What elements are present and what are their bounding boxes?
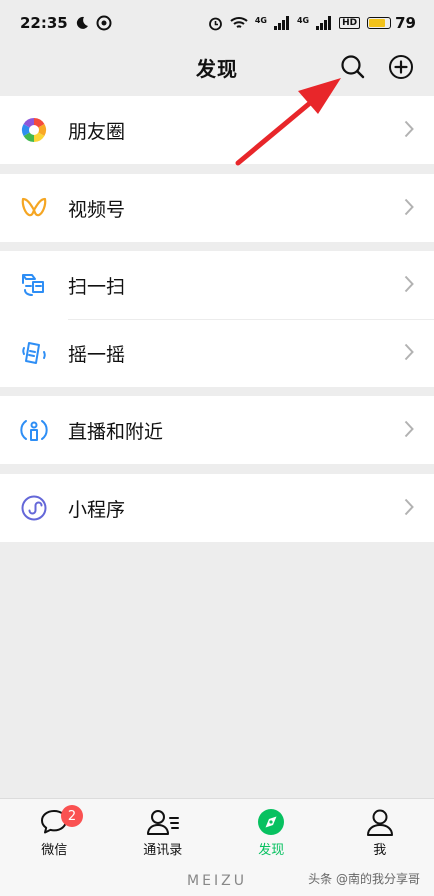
menu-item-label: 扫一扫 <box>68 275 126 298</box>
page-title: 发现 <box>196 56 238 81</box>
tab-discover[interactable]: 发现 <box>217 799 326 866</box>
channels-icon <box>20 194 48 222</box>
group-mini-programs: 小程序 <box>0 474 434 542</box>
watermark: 头条 @南的我分享哥 <box>308 872 420 886</box>
unread-badge: 2 <box>61 805 83 827</box>
tab-label: 我 <box>373 843 387 858</box>
menu-item-label: 朋友圈 <box>68 120 126 143</box>
signal-a-icon <box>273 16 289 30</box>
menu-item-label: 摇一摇 <box>68 343 126 366</box>
menu-item-label: 小程序 <box>68 498 126 521</box>
group-moments: 朋友圈 <box>0 96 434 164</box>
moments-icon <box>20 116 48 144</box>
chevron-right-icon <box>404 275 414 293</box>
chevron-right-icon <box>404 343 414 361</box>
menu-item-channels[interactable]: 视频号 <box>0 174 434 242</box>
alarm-icon <box>208 17 222 30</box>
menu-item-mini-programs[interactable]: 小程序 <box>0 474 434 542</box>
network-b-label: 4G <box>296 16 310 25</box>
tab-chats[interactable]: 2 微信 <box>0 799 109 866</box>
battery-icon <box>367 17 392 29</box>
wifi-icon <box>230 17 248 28</box>
profile-icon <box>366 809 393 836</box>
tab-label: 通讯录 <box>143 843 183 858</box>
menu-item-scan[interactable]: 扫一扫 <box>0 251 434 319</box>
status-time: 22:35 <box>20 14 68 32</box>
network-a-label: 4G <box>254 16 267 25</box>
contacts-icon <box>146 810 179 835</box>
battery-indicator: 79 <box>367 14 416 32</box>
mini-program-icon <box>20 494 48 522</box>
tab-label: 微信 <box>41 843 68 858</box>
group-channels: 视频号 <box>0 174 434 242</box>
group-live-nearby: 直播和附近 <box>0 396 434 464</box>
battery-level: 79 <box>395 14 416 32</box>
tab-label: 发现 <box>258 843 285 858</box>
tab-me[interactable]: 我 <box>326 799 434 866</box>
scan-icon <box>20 271 48 299</box>
chevron-right-icon <box>404 498 414 516</box>
app-notification-icon <box>96 15 112 31</box>
add-icon[interactable] <box>388 54 414 80</box>
search-icon[interactable] <box>340 54 366 80</box>
chevron-right-icon <box>404 198 414 216</box>
menu-item-shake[interactable]: 摇一摇 <box>0 319 434 387</box>
moon-icon <box>76 16 88 29</box>
shake-icon <box>20 339 48 367</box>
tab-bar: 2 微信 通讯录 发现 我 <box>0 798 434 866</box>
menu-item-label: 直播和附近 <box>68 420 164 443</box>
live-nearby-icon <box>20 416 48 444</box>
menu-item-moments[interactable]: 朋友圈 <box>0 96 434 164</box>
group-scan-shake: 扫一扫 摇一摇 <box>0 251 434 387</box>
hd-badge: HD <box>339 17 361 29</box>
signal-b-icon <box>316 16 332 30</box>
nav-bar: 发现 <box>0 46 434 88</box>
chevron-right-icon <box>404 420 414 438</box>
menu-item-live-nearby[interactable]: 直播和附近 <box>0 396 434 464</box>
menu-item-label: 视频号 <box>68 198 126 221</box>
device-brand: MEIZU <box>187 873 247 889</box>
tab-contacts[interactable]: 通讯录 <box>109 799 218 866</box>
status-bar: 22:35 4G 4G HD 79 <box>0 0 434 46</box>
chevron-right-icon <box>404 120 414 138</box>
compass-icon <box>258 809 285 835</box>
